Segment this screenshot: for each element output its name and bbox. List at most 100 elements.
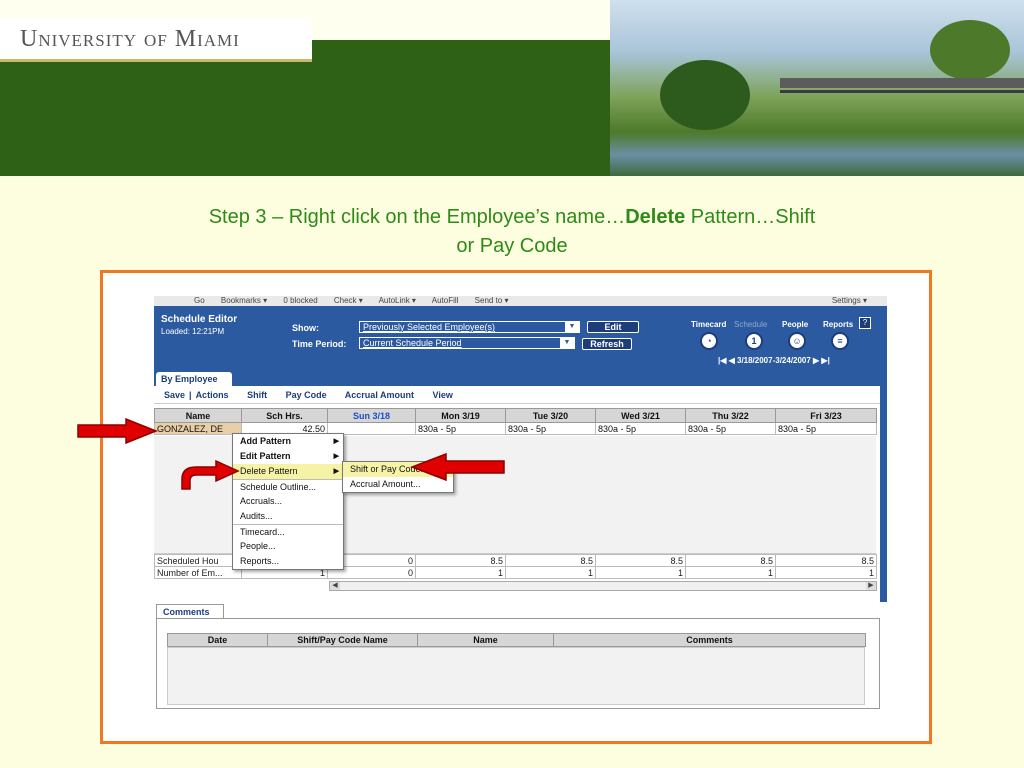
scroll-left-icon[interactable]: ◀ [330, 582, 340, 590]
totals-cell: 8.5 [685, 554, 776, 567]
column-header-mon[interactable]: Mon 3/19 [415, 408, 506, 423]
show-select-value: Previously Selected Employee(s) [363, 322, 496, 332]
editor-title: Schedule Editor [161, 314, 238, 325]
edit-button[interactable]: Edit [587, 321, 639, 333]
title-bold: Delete [625, 206, 686, 228]
nav-timecard-label[interactable]: Timecard [691, 320, 726, 329]
accrual-amount-menu[interactable]: Accrual Amount [345, 390, 414, 400]
comments-empty-area [167, 647, 865, 705]
menu-item-delete-pattern[interactable]: Delete Pattern ▶ [233, 464, 343, 479]
column-header-name[interactable]: Name [154, 408, 242, 423]
reports-icon[interactable]: ≡ [831, 332, 849, 350]
grid-toolbar: Save | Actions Shift Pay Code Accrual Amou… [154, 386, 880, 404]
fri-cell[interactable]: 830a - 5p [775, 422, 877, 435]
help-icon[interactable]: ? [859, 317, 871, 329]
bridge-rail-shape [780, 90, 1024, 93]
totals-label: Scheduled Hou [154, 554, 242, 567]
column-header-sun[interactable]: Sun 3/18 [327, 408, 416, 423]
menu-item-timecard[interactable]: Timecard... [233, 524, 343, 539]
menu-item-edit-pattern[interactable]: Edit Pattern ▶ [233, 449, 343, 464]
scroll-right-icon[interactable]: ▶ [866, 582, 876, 590]
nav-people-label[interactable]: People [782, 320, 808, 329]
totals-cell: 8.5 [505, 554, 596, 567]
toolbar-divider: | [189, 390, 192, 400]
title-post: Pattern…Shift [685, 206, 816, 228]
menu-item-add-pattern[interactable]: Add Pattern ▶ [233, 434, 343, 449]
time-period-value: Current Schedule Period [363, 338, 462, 348]
logo-box: University of Miami [0, 18, 312, 62]
mon-cell[interactable]: 830a - 5p [415, 422, 506, 435]
tab-by-employee[interactable]: By Employee [156, 372, 232, 386]
red-curved-arrow-icon [181, 459, 240, 490]
bridge-shape [780, 78, 1024, 88]
toolbar-blocked[interactable]: 0 blocked [283, 296, 317, 305]
tree-shape [930, 20, 1010, 80]
toolbar-autolink[interactable]: AutoLink ▾ [379, 296, 416, 305]
totals-cell: 1 [415, 566, 506, 579]
schedule-grid: Name Sch Hrs. Sun 3/18 Mon 3/19 Tue 3/20… [154, 408, 877, 435]
save-button[interactable]: Save [164, 390, 185, 400]
red-arrow-left-icon [410, 452, 505, 482]
chevron-right-icon: ▶ [333, 453, 339, 460]
chevron-down-icon[interactable]: ▼ [560, 338, 574, 348]
refresh-button[interactable]: Refresh [582, 338, 632, 350]
slide-title: Step 3 – Right click on the Employee’s n… [0, 203, 1024, 261]
employee-name-cell[interactable]: GONZALEZ, DE [154, 422, 242, 435]
menu-item-people[interactable]: People... [233, 539, 343, 554]
column-header-shift-pay-code[interactable]: Shift/Pay Code Name [267, 633, 418, 647]
time-period-label: Time Period: [292, 339, 347, 349]
wed-cell[interactable]: 830a - 5p [595, 422, 686, 435]
totals-cell: 1 [775, 566, 877, 579]
menu-item-audits[interactable]: Audits... [233, 509, 343, 524]
column-header-thu[interactable]: Thu 3/22 [685, 408, 776, 423]
people-icon[interactable]: ☺ [788, 332, 806, 350]
toolbar-settings[interactable]: Settings ▾ [832, 296, 867, 306]
totals-cell: 8.5 [595, 554, 686, 567]
title-pre: Step 3 – Right click on the Employee’s n… [208, 206, 626, 228]
toolbar-sendto[interactable]: Send to ▾ [475, 296, 509, 305]
toolbar-go[interactable]: Go [194, 296, 205, 305]
calendar-icon[interactable]: 1 [745, 332, 763, 350]
column-header-date[interactable]: Date [167, 633, 268, 647]
context-menu: Add Pattern ▶ Edit Pattern ▶ Delete Patter… [232, 433, 344, 570]
toolbar-check[interactable]: Check ▾ [334, 296, 363, 305]
horizontal-scrollbar[interactable]: ◀ ▶ [329, 581, 877, 591]
nav-schedule-label: Schedule [734, 320, 768, 329]
column-header-sch-hrs[interactable]: Sch Hrs. [241, 408, 328, 423]
menu-item-accruals[interactable]: Accruals... [233, 494, 343, 509]
show-label: Show: [292, 323, 319, 333]
totals-cell: 1 [505, 566, 596, 579]
clock-icon[interactable]: ◔ [700, 332, 718, 350]
view-menu[interactable]: View [433, 390, 453, 400]
column-header-comments[interactable]: Comments [553, 633, 866, 647]
editor-loaded-time: Loaded: 12:21PM [161, 327, 225, 336]
header-banner: University of Miami [0, 0, 1024, 176]
chevron-down-icon[interactable]: ▼ [565, 322, 579, 332]
column-header-comment-name[interactable]: Name [417, 633, 554, 647]
totals-cell: 1 [685, 566, 776, 579]
toolbar-autofill[interactable]: AutoFill [432, 296, 459, 305]
nav-reports-label[interactable]: Reports [823, 320, 853, 329]
show-select[interactable]: Previously Selected Employee(s) ▼ [359, 321, 580, 333]
thu-cell[interactable]: 830a - 5p [685, 422, 776, 435]
comments-table: Date Shift/Pay Code Name Name Comments [167, 633, 866, 647]
pay-code-menu[interactable]: Pay Code [286, 390, 327, 400]
date-navigator[interactable]: |◀ ◀ 3/18/2007-3/24/2007 ▶ ▶| [718, 356, 830, 365]
menu-item-reports[interactable]: Reports... [233, 554, 343, 569]
column-header-tue[interactable]: Tue 3/20 [505, 408, 596, 423]
menu-item-schedule-outline[interactable]: Schedule Outline... [233, 479, 343, 494]
tue-cell[interactable]: 830a - 5p [505, 422, 596, 435]
comments-panel: Date Shift/Pay Code Name Name Comments [156, 618, 880, 709]
totals-cell: 8.5 [775, 554, 877, 567]
actions-menu[interactable]: Actions [196, 390, 229, 400]
shift-menu[interactable]: Shift [247, 390, 267, 400]
column-header-fri[interactable]: Fri 3/23 [775, 408, 877, 423]
toolbar-bookmarks[interactable]: Bookmarks ▾ [221, 296, 267, 305]
chevron-right-icon: ▶ [333, 438, 339, 445]
time-period-select[interactable]: Current Schedule Period ▼ [359, 337, 575, 349]
column-header-wed[interactable]: Wed 3/21 [595, 408, 686, 423]
totals-label: Number of Em... [154, 566, 242, 579]
chevron-right-icon: ▶ [333, 468, 339, 475]
palm-tree-shape [660, 60, 750, 130]
tab-comments[interactable]: Comments [156, 604, 224, 618]
